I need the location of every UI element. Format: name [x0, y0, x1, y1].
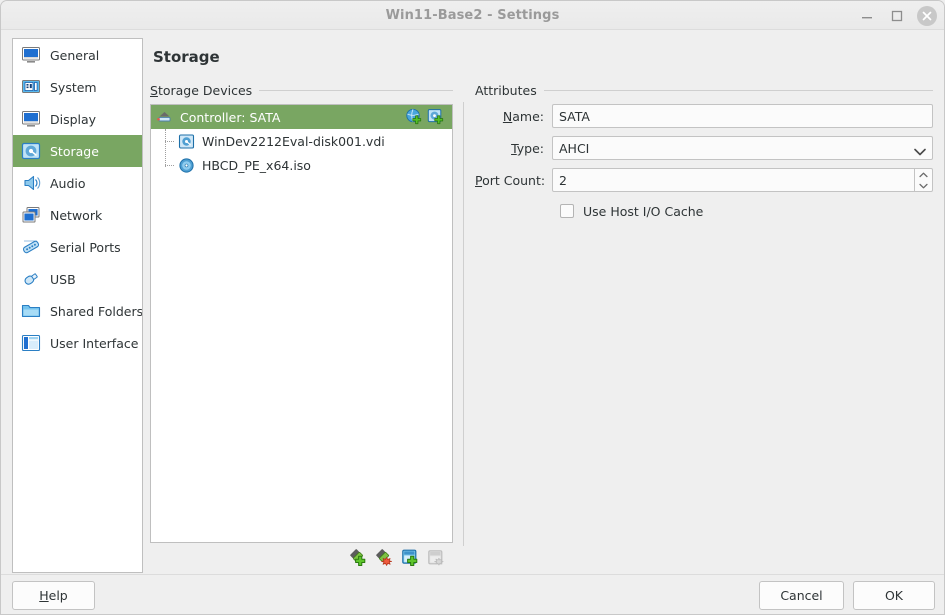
sidebar-item-audio[interactable]: Audio [13, 167, 142, 199]
sidebar-item-shared-folders[interactable]: Shared Folders [13, 295, 142, 327]
tree-row[interactable]: Controller: SATA [151, 105, 452, 129]
type-label: Type: [511, 140, 544, 156]
sidebar-item-user-interface[interactable]: User Interface [13, 327, 142, 359]
chevron-down-icon[interactable] [914, 144, 926, 156]
motherboard-icon [20, 76, 42, 98]
tree-row-label: HBCD_PE_x64.iso [202, 157, 311, 173]
usb-icon [20, 268, 42, 290]
close-icon[interactable] [917, 6, 937, 26]
sidebar-item-label: Serial Ports [50, 239, 121, 255]
tree-row[interactable]: HBCD_PE_x64.iso [151, 153, 452, 177]
harddisk-icon [20, 140, 42, 162]
group-divider-rule [543, 89, 933, 91]
panel-divider [463, 102, 464, 546]
sidebar-item-label: System [50, 79, 97, 95]
optical-disk-attachment-icon [178, 157, 195, 174]
window-title: Win11-Base2 - Settings [385, 8, 560, 23]
port-count-field[interactable]: 2 [552, 168, 915, 192]
type-row: Type: AHCI [475, 136, 933, 160]
serial-port-icon [20, 236, 42, 258]
folder-icon [20, 300, 42, 322]
type-combobox-value: AHCI [559, 140, 590, 156]
use-host-io-cache-checkbox[interactable] [560, 204, 574, 218]
use-host-io-cache-label: Use Host I/O Cache [583, 203, 704, 219]
add-hard-disk-icon[interactable] [405, 108, 423, 126]
sidebar-item-network[interactable]: Network [13, 199, 142, 231]
sidebar-item-label: User Interface [50, 335, 139, 351]
spin-down-icon[interactable] [915, 180, 932, 191]
sidebar-item-label: General [50, 47, 100, 63]
name-field[interactable]: SATA [552, 104, 933, 128]
sidebar-item-label: Display [50, 111, 97, 127]
network-cards-icon [20, 204, 42, 226]
group-divider-rule [259, 89, 453, 91]
sidebar-item-serial-ports[interactable]: Serial Ports [13, 231, 142, 263]
sidebar-item-system[interactable]: System [13, 71, 142, 103]
sidebar-item-label: Shared Folders [50, 303, 143, 319]
sidebar-item-label: USB [50, 271, 76, 287]
sata-controller-icon [156, 109, 173, 126]
port-count-spin-buttons [915, 168, 933, 192]
remove-attachment-icon [427, 548, 447, 568]
attributes-panel: Name: SATA Type: AHCI Port Count: 2 Use … [475, 104, 933, 222]
sidebar-item-label: Audio [50, 175, 86, 191]
name-field-value: SATA [559, 108, 590, 124]
type-combobox[interactable]: AHCI [552, 136, 933, 160]
help-button[interactable]: Help [12, 581, 95, 610]
port-count-row: Port Count: 2 [475, 168, 933, 192]
port-count-label: Port Count: [475, 172, 546, 188]
storage-toolbar [349, 547, 453, 569]
cancel-button[interactable]: Cancel [759, 581, 844, 610]
port-count-value: 2 [559, 172, 567, 188]
minimize-icon[interactable] [859, 8, 875, 24]
attributes-group-header: Attributes [475, 82, 933, 98]
add-attachment-icon[interactable] [401, 548, 421, 568]
name-row: Name: SATA [475, 104, 933, 128]
titlebar: Win11-Base2 - Settings [1, 1, 944, 30]
use-host-io-cache-row: Use Host I/O Cache [475, 200, 933, 222]
hard-disk-attachment-icon [178, 133, 195, 150]
speaker-icon [20, 172, 42, 194]
sidebar-item-label: Storage [50, 143, 99, 159]
settings-content: Storage Storage Devices Attributes Contr… [149, 38, 935, 573]
ok-button[interactable]: OK [853, 581, 935, 610]
sidebar-item-usb[interactable]: USB [13, 263, 142, 295]
user-interface-icon [20, 332, 42, 354]
storage-devices-group-label: Storage Devices [150, 82, 253, 98]
controller-row-actions [405, 108, 445, 126]
sidebar-item-general[interactable]: General [13, 39, 142, 71]
storage-devices-group-header: Storage Devices [150, 82, 453, 98]
display-icon [20, 108, 42, 130]
monitor-icon [20, 44, 42, 66]
tree-row-label: Controller: SATA [180, 109, 281, 125]
port-count-stepper[interactable]: 2 [552, 168, 933, 192]
maximize-icon[interactable] [889, 8, 905, 24]
remove-controller-icon[interactable] [375, 548, 395, 568]
name-label: Name: [502, 108, 544, 124]
attributes-group-label: Attributes [475, 82, 537, 98]
add-controller-icon[interactable] [349, 548, 369, 568]
spin-up-icon[interactable] [915, 169, 932, 180]
tree-row-label: WinDev2212Eval-disk001.vdi [202, 133, 385, 149]
sidebar-item-display[interactable]: Display [13, 103, 142, 135]
tree-row[interactable]: WinDev2212Eval-disk001.vdi [151, 129, 452, 153]
settings-sidebar: General System Display Storage Audio Net… [12, 38, 143, 573]
settings-window: Win11-Base2 - Settings General System Di… [0, 0, 945, 615]
page-title: Storage [153, 48, 220, 66]
sidebar-item-label: Network [50, 207, 103, 223]
add-optical-drive-icon[interactable] [427, 108, 445, 126]
storage-devices-tree[interactable]: Controller: SATA WinDev2212Eval-disk001.… [150, 104, 453, 543]
dialog-button-bar: Help Cancel OK [1, 574, 944, 614]
sidebar-item-storage[interactable]: Storage [13, 135, 142, 167]
